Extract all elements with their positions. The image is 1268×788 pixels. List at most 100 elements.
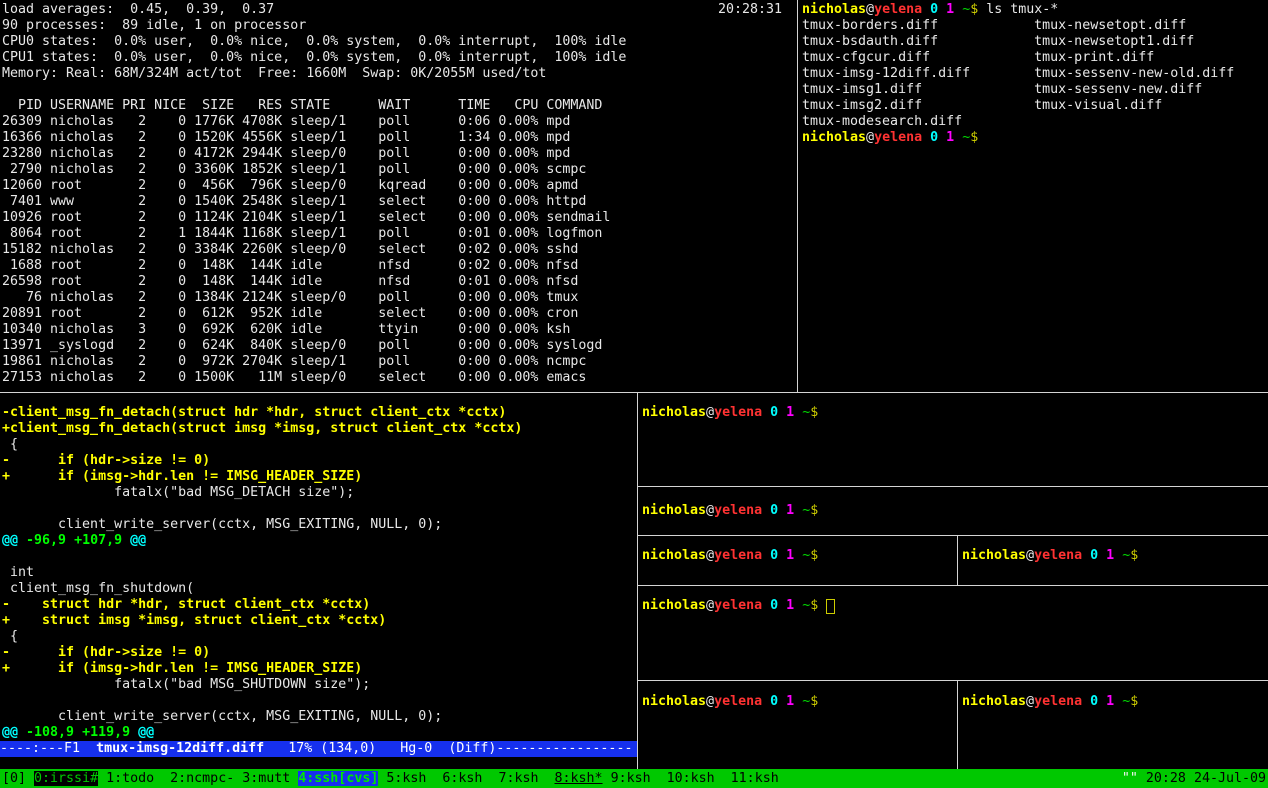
process-row: 1688 root 2 0 148K 144K idle nfsd 0:02 0… bbox=[2, 258, 626, 274]
pane-divider-vertical-c bbox=[957, 536, 958, 585]
shell-prompt[interactable]: nicholas@yelena 0 1 ~$ ls tmux-* bbox=[802, 2, 1234, 18]
process-row: 26309 nicholas 2 0 1776K 4708K sleep/1 p… bbox=[2, 114, 626, 130]
text-segment bbox=[794, 694, 802, 709]
text-segment bbox=[922, 130, 930, 145]
text-segment: ~ bbox=[802, 694, 810, 709]
window-item-8-ksh[interactable]: 8:ksh* bbox=[555, 771, 603, 786]
window-item-0-irssi[interactable]: 0:irssi# bbox=[34, 771, 98, 786]
diff-line: client_write_server(cctx, MSG_EXITING, N… bbox=[2, 517, 522, 533]
pane-shell-top-right[interactable]: nicholas@yelena 0 1 ~$ ls tmux-* tmux-bo… bbox=[798, 0, 1268, 392]
text-segment: @ bbox=[866, 130, 874, 145]
text-segment: yelena bbox=[874, 2, 922, 17]
text-segment bbox=[98, 771, 106, 786]
text-segment: yelena bbox=[1034, 694, 1082, 709]
text-segment: 0 bbox=[770, 503, 778, 518]
text-segment bbox=[778, 598, 786, 613]
pane-divider-br-2 bbox=[638, 535, 1268, 536]
window-item-9-ksh[interactable]: 9:ksh bbox=[611, 771, 651, 786]
pane-divider-br-3 bbox=[638, 585, 1268, 586]
text-segment: 1 bbox=[786, 405, 794, 420]
pane-shell-e1[interactable]: nicholas@yelena 0 1 ~$ bbox=[638, 681, 956, 769]
text-segment bbox=[794, 548, 802, 563]
text-segment: 0 bbox=[930, 2, 938, 17]
diff-line: - struct hdr *hdr, struct client_ctx *cc… bbox=[2, 597, 522, 613]
text-segment: yelena bbox=[874, 130, 922, 145]
process-row: 27153 nicholas 2 0 1500K 11M sleep/0 sel… bbox=[2, 370, 626, 386]
text-segment: yelena bbox=[714, 405, 762, 420]
top-summary-line: Memory: Real: 68M/324M act/tot Free: 166… bbox=[2, 66, 626, 82]
diff-line: + if (imsg->hdr.len != IMSG_HEADER_SIZE) bbox=[2, 661, 522, 677]
file-listing: tmux-borders.diff tmux-newsetopt.diff tmu… bbox=[802, 18, 1234, 130]
text-segment bbox=[1138, 694, 1146, 709]
process-row: 10340 nicholas 3 0 692K 620K idle ttyin … bbox=[2, 322, 626, 338]
text-segment: ----:---F1 bbox=[0, 741, 96, 756]
window-item-3-mutt[interactable]: 3:mutt bbox=[242, 771, 290, 786]
diff-line: fatalx("bad MSG_SHUTDOWN size"); bbox=[2, 677, 522, 693]
window-item-6-ksh[interactable]: 6:ksh bbox=[442, 771, 482, 786]
file-listing-line: tmux-borders.diff tmux-newsetopt.diff bbox=[802, 18, 1234, 34]
window-item-11-ksh[interactable]: 11:ksh bbox=[731, 771, 779, 786]
text-segment: 0 bbox=[770, 548, 778, 563]
shell-prompt[interactable]: nicholas@yelena 0 1 ~$ bbox=[642, 405, 826, 421]
window-item-5-ksh[interactable]: 5:ksh bbox=[386, 771, 426, 786]
pane-emacs[interactable]: -client_msg_fn_detach(struct hdr *hdr, s… bbox=[0, 393, 637, 769]
top-summary-line: load averages: 0.45, 0.39, 0.37 bbox=[2, 2, 626, 18]
text-segment: nicholas bbox=[802, 2, 866, 17]
window-item-10-ksh[interactable]: 10:ksh bbox=[667, 771, 715, 786]
top-clock: 20:28:31 bbox=[718, 2, 782, 18]
shell-prompt[interactable]: nicholas@yelena 0 1 ~$ bbox=[642, 503, 826, 519]
text-segment: 1 bbox=[1106, 548, 1114, 563]
pane-shell-d-active[interactable]: nicholas@yelena 0 1 ~$ bbox=[638, 586, 1268, 680]
shell-prompt[interactable]: nicholas@yelena 0 1 ~$ bbox=[642, 598, 826, 614]
text-segment: - if (hdr->size != 0) bbox=[2, 645, 210, 660]
diff-line: - if (hdr->size != 0) bbox=[2, 645, 522, 661]
text-segment bbox=[922, 2, 930, 17]
pane-shell-c1[interactable]: nicholas@yelena 0 1 ~$ bbox=[638, 536, 956, 585]
text-segment: nicholas bbox=[802, 130, 866, 145]
text-segment: fatalx("bad MSG_SHUTDOWN size"); bbox=[2, 677, 370, 692]
top-summary-line: CPU1 states: 0.0% user, 0.0% nice, 0.0% … bbox=[2, 50, 626, 66]
status-bar: [0] 0:irssi# 1:todo 2:ncmpc- 3:mutt 4:ss… bbox=[0, 769, 1268, 788]
process-row: 12060 root 2 0 456K 796K sleep/0 kqread … bbox=[2, 178, 626, 194]
window-item-2-ncmpc[interactable]: 2:ncmpc- bbox=[170, 771, 234, 786]
text-segment bbox=[778, 503, 786, 518]
shell-prompt[interactable]: nicholas@yelena 0 1 ~$ bbox=[642, 548, 826, 564]
shell-prompt[interactable]: nicholas@yelena 0 1 ~$ bbox=[802, 130, 1234, 146]
text-segment bbox=[818, 548, 826, 563]
text-segment: -client_msg_fn_detach(struct hdr *hdr, s… bbox=[2, 405, 506, 420]
text-segment: int bbox=[2, 565, 34, 580]
window-item-1-todo[interactable]: 1:todo bbox=[106, 771, 154, 786]
file-listing-line: tmux-cfgcur.diff tmux-print.diff bbox=[802, 50, 1234, 66]
process-row: 76 nicholas 2 0 1384K 2124K sleep/0 poll… bbox=[2, 290, 626, 306]
process-row: 20891 root 2 0 612K 952K idle select 0:0… bbox=[2, 306, 626, 322]
process-row: 2790 nicholas 2 0 3360K 1852K sleep/1 po… bbox=[2, 162, 626, 178]
text-segment bbox=[794, 598, 802, 613]
text-segment: nicholas bbox=[642, 694, 706, 709]
text-segment bbox=[1098, 694, 1106, 709]
text-segment bbox=[794, 405, 802, 420]
pane-divider-vertical-top bbox=[797, 0, 798, 392]
text-segment: nicholas bbox=[642, 598, 706, 613]
shell-prompt[interactable]: nicholas@yelena 0 1 ~$ bbox=[962, 694, 1146, 710]
status-clock: 20:28 24-Jul-09 bbox=[1146, 771, 1266, 786]
text-segment: + struct imsg *imsg, struct client_ctx *… bbox=[2, 613, 386, 628]
pane-top-output[interactable]: 20:28:31 load averages: 0.45, 0.39, 0.37… bbox=[0, 0, 796, 392]
text-segment: @@ bbox=[122, 533, 146, 548]
process-row: 10926 root 2 0 1124K 2104K sleep/1 selec… bbox=[2, 210, 626, 226]
text-segment: nicholas bbox=[642, 405, 706, 420]
pane-shell-a[interactable]: nicholas@yelena 0 1 ~$ bbox=[638, 393, 1268, 486]
pane-shell-b[interactable]: nicholas@yelena 0 1 ~$ bbox=[638, 487, 1268, 535]
text-segment: yelena bbox=[1034, 548, 1082, 563]
diff-line: - if (hdr->size != 0) bbox=[2, 453, 522, 469]
shell-prompt[interactable]: nicholas@yelena 0 1 ~$ bbox=[962, 548, 1146, 564]
window-item-7-ksh[interactable]: 7:ksh bbox=[498, 771, 538, 786]
text-segment: 0 bbox=[1090, 694, 1098, 709]
process-row: 23280 nicholas 2 0 4172K 2944K sleep/0 p… bbox=[2, 146, 626, 162]
window-item-4-ssh-current[interactable]: 4:ssh[cvs] bbox=[298, 771, 378, 786]
text-segment: - if (hdr->size != 0) bbox=[2, 453, 210, 468]
shell-prompt[interactable]: nicholas@yelena 0 1 ~$ bbox=[642, 694, 826, 710]
top-summary: load averages: 0.45, 0.39, 0.3790 proces… bbox=[2, 2, 626, 82]
text-segment: nicholas bbox=[642, 548, 706, 563]
pane-shell-c2[interactable]: nicholas@yelena 0 1 ~$ bbox=[958, 536, 1268, 585]
pane-shell-e2[interactable]: nicholas@yelena 0 1 ~$ bbox=[958, 681, 1268, 769]
